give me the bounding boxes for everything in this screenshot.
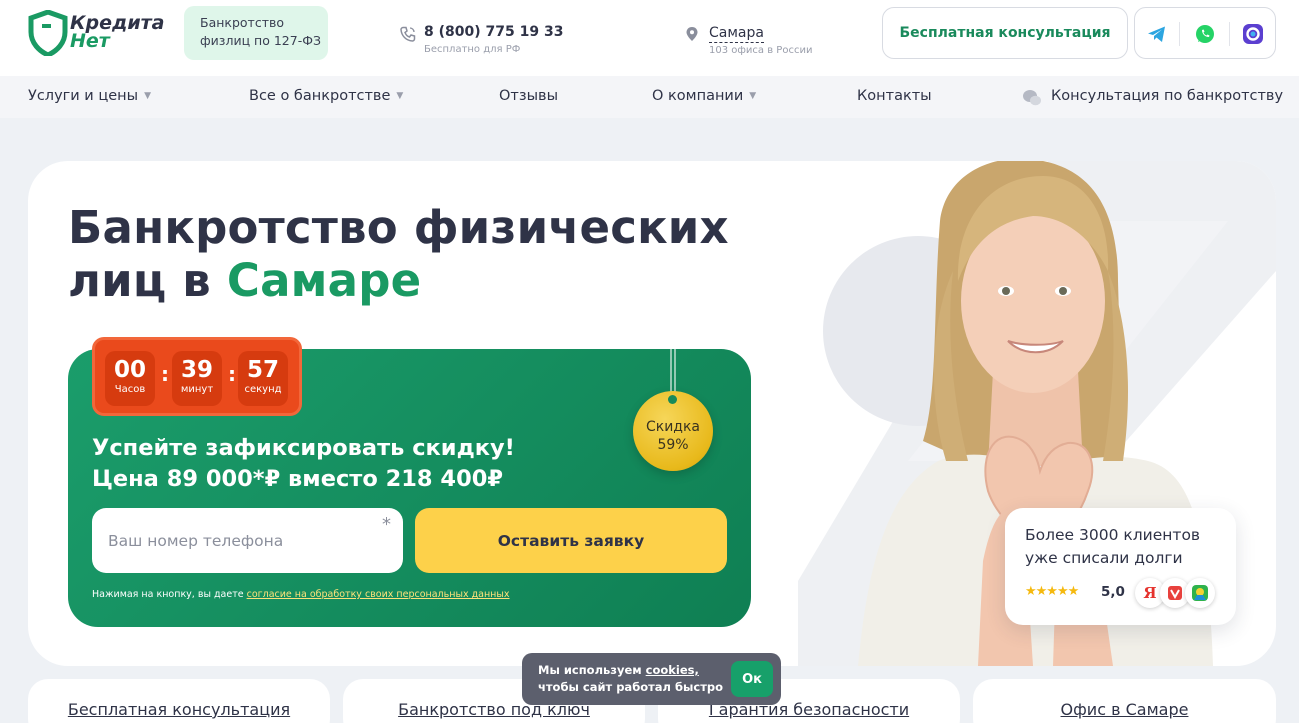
chevron-down-icon: ▼	[144, 91, 151, 101]
main-nav: Услуги и цены ▼ Все о банкротстве ▼ Отзывы…	[0, 76, 1299, 118]
tag-hole	[668, 395, 677, 404]
chat-bubbles-icon	[1023, 90, 1041, 106]
tagline-badge: Банкротство физлиц по 127-ФЗ	[184, 6, 328, 60]
rating-stars-icon: ★★★★★	[1025, 584, 1079, 599]
timer-separator: :	[228, 362, 236, 386]
nav-item-contacts[interactable]: Контакты	[857, 88, 932, 104]
2gis-icon[interactable]	[1185, 578, 1215, 608]
cookie-link[interactable]: cookies,	[646, 663, 699, 677]
tagline-line2: физлиц по 127-ФЗ	[200, 33, 321, 48]
phone-note: Бесплатно для РФ	[424, 44, 521, 55]
nav-item-about-bankruptcy[interactable]: Все о банкротстве ▼	[249, 88, 403, 104]
whatsapp-icon[interactable]	[1194, 23, 1216, 45]
timer-seconds-value: 57	[246, 357, 279, 383]
offer-headline: Успейте зафиксировать скидку! Цена 89 00…	[92, 433, 612, 495]
feature-link[interactable]: Бесплатная консультация	[68, 700, 290, 719]
title-line2: лиц в	[68, 254, 227, 307]
cookie-accept-button[interactable]: Ок	[731, 661, 773, 697]
phone-icon	[400, 26, 416, 42]
messenger-divider	[1229, 22, 1230, 46]
submit-request-button[interactable]: Оставить заявку	[415, 508, 727, 573]
feature-link[interactable]: Офис в Самаре	[1061, 700, 1189, 719]
timer-hours: 00 Часов	[105, 351, 155, 406]
shield-logo-icon	[28, 10, 68, 56]
telegram-icon[interactable]	[1146, 23, 1168, 45]
logo[interactable]: Кредита Нет	[28, 10, 173, 56]
phone-input[interactable]	[92, 508, 403, 573]
chevron-down-icon: ▼	[396, 91, 404, 101]
required-mark: *	[382, 514, 391, 535]
consent-text: Нажимая на кнопку, вы даете	[92, 589, 247, 600]
countdown-timer: 00 Часов : 39 минут : 57 секунд	[92, 337, 302, 416]
logo-line2: Нет	[70, 30, 110, 52]
page-title: Банкротство физических лиц в Самаре	[68, 201, 788, 307]
nav-label: Услуги и цены	[28, 88, 139, 104]
timer-seconds-label: секунд	[244, 384, 282, 395]
timer-seconds: 57 секунд	[238, 351, 288, 406]
tagline-line1: Банкротство	[200, 15, 284, 30]
logo-text: Кредита Нет	[70, 14, 165, 52]
title-line1: Банкротство физических	[68, 201, 729, 254]
timer-separator: :	[161, 362, 169, 386]
messenger-divider	[1179, 22, 1180, 46]
city-note: 103 офиса в России	[709, 45, 813, 56]
title-city: Самаре	[226, 254, 422, 307]
location-pin-icon	[686, 27, 698, 41]
reviews-line2: уже списали долги	[1025, 549, 1183, 567]
discount-tag-label: Скидка	[645, 419, 701, 435]
nav-label: Отзывы	[499, 88, 559, 104]
nav-item-reviews[interactable]: Отзывы	[499, 88, 558, 104]
nav-item-services[interactable]: Услуги и цены ▼	[28, 88, 151, 104]
messenger-links	[1134, 7, 1276, 59]
cookie-banner: Мы используем cookies, чтобы сайт работа…	[522, 653, 781, 705]
consent-note: Нажимая на кнопку, вы даете согласие на …	[92, 589, 510, 600]
cookie-text: Мы используем cookies, чтобы сайт работа…	[538, 662, 723, 696]
reviews-line1: Более 3000 клиентов	[1025, 526, 1201, 544]
nav-label: Все о банкротстве	[249, 88, 391, 104]
discount-tag: Скидка 59%	[633, 391, 713, 471]
max-messenger-icon[interactable]	[1242, 23, 1264, 45]
offer-price-line: Цена 89 000*₽ вместо 218 400₽	[92, 466, 504, 492]
consent-link[interactable]: согласие на обработку своих персональных…	[247, 589, 510, 600]
city-name[interactable]: Самара	[709, 25, 764, 43]
offer-line1: Успейте зафиксировать скидку!	[92, 435, 515, 461]
site-header: Кредита Нет Банкротство физлиц по 127-ФЗ…	[0, 0, 1299, 76]
nav-label: Консультация по банкротству	[1051, 88, 1284, 104]
timer-minutes-label: минут	[180, 384, 214, 395]
feature-card-office[interactable]: Офис в Самаре	[973, 679, 1276, 723]
timer-minutes-value: 39	[180, 357, 213, 383]
cookie-prefix: Мы используем	[538, 663, 646, 677]
feature-card-consultation[interactable]: Бесплатная консультация	[28, 679, 330, 723]
reviews-text: Более 3000 клиентов уже списали долги	[1025, 524, 1225, 570]
nav-item-company[interactable]: О компании ▼	[652, 88, 756, 104]
free-consultation-button[interactable]: Бесплатная консультация	[882, 7, 1128, 59]
timer-hours-label: Часов	[114, 384, 146, 395]
phone-number[interactable]: 8 (800) 775 19 33	[424, 24, 563, 40]
timer-hours-value: 00	[113, 357, 146, 383]
cookie-line2: чтобы сайт работал быстро	[538, 680, 724, 694]
reviews-card: Более 3000 клиентов уже списали долги ★★…	[1005, 508, 1236, 625]
nav-label: О компании	[652, 88, 744, 104]
nav-item-consultation[interactable]: Консультация по банкротству	[1051, 88, 1283, 104]
nav-label: Контакты	[857, 88, 932, 104]
discount-tag-value: 59%	[657, 437, 689, 453]
rating-value: 5,0	[1101, 584, 1125, 600]
timer-minutes: 39 минут	[172, 351, 222, 406]
chevron-down-icon: ▼	[749, 91, 757, 101]
